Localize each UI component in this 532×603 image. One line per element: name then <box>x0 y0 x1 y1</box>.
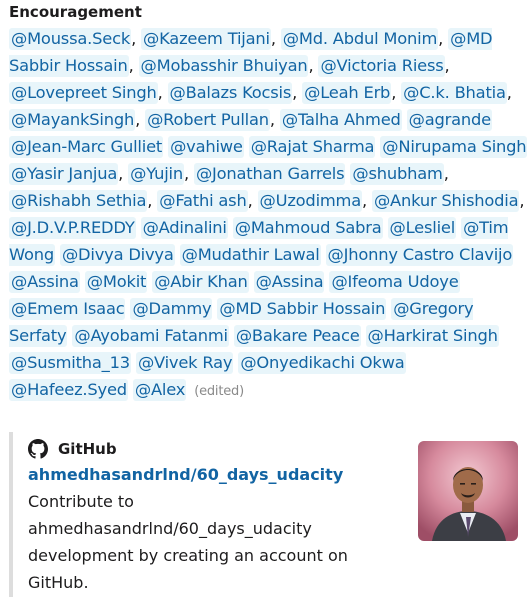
mention-link[interactable]: @Fathi ash <box>157 190 248 212</box>
mention-link[interactable]: @Lovepreet Singh <box>9 82 158 104</box>
mention-separator: , <box>292 83 298 102</box>
mention-link[interactable]: @Ayobami Fatanmi <box>72 325 229 347</box>
mention-link[interactable]: @MayankSingh <box>9 109 136 131</box>
mention-link[interactable]: @Robert Pullan <box>145 109 270 131</box>
mention-separator: , <box>131 29 137 48</box>
mention-link[interactable]: @Jhonny Castro Clavijo <box>325 244 514 266</box>
mention-link[interactable]: @Emem Isaac <box>9 298 126 320</box>
mention-separator: , <box>147 191 153 210</box>
mention-separator: , <box>519 191 525 210</box>
mention-link[interactable]: @Md. Abdul Monim <box>280 28 439 50</box>
mention-separator: , <box>438 29 444 48</box>
mention-separator: , <box>247 191 253 210</box>
mention-link[interactable]: @MD Sabbir Hossain <box>217 298 387 320</box>
mention-link[interactable]: @Rajat Sharma <box>248 136 376 158</box>
mention-separator: , <box>362 191 367 210</box>
mention-link[interactable]: @Mudathir Lawal <box>179 244 321 266</box>
mention-separator: , <box>270 29 276 48</box>
mention-link[interactable]: @Ankur Shishodia <box>371 190 520 212</box>
mention-link[interactable]: @Rishabh Sethia <box>9 190 148 212</box>
mention-link[interactable]: @Abir Khan <box>152 271 249 293</box>
mention-separator: , <box>157 83 163 102</box>
mention-link[interactable]: @shubham <box>350 163 444 185</box>
mention-link[interactable]: @Bakare Peace <box>233 325 361 347</box>
mention-link[interactable]: @Assina <box>9 271 80 293</box>
mention-list: @Moussa.Seck, @Kazeem Tijani, @Md. Abdul… <box>9 25 529 405</box>
message-title: Encouragement <box>9 3 142 21</box>
mention-link[interactable]: @Leah Erb <box>302 82 392 104</box>
avatar-photo[interactable] <box>418 441 518 541</box>
link-unfurl-attachment: GitHub ahmedhasandrlnd/60_days_udacity C… <box>9 432 519 597</box>
edited-label: (edited) <box>194 384 244 399</box>
github-icon <box>28 439 48 459</box>
mention-link[interactable]: @Jean-Marc Gulliet <box>9 136 164 158</box>
mention-link[interactable]: @C.k. Bhatia <box>401 82 507 104</box>
mention-separator: , <box>135 110 141 129</box>
mention-link[interactable]: @Nirupama Singh <box>380 136 528 158</box>
mention-link[interactable]: @agrande <box>406 109 492 131</box>
mention-separator: , <box>308 56 314 75</box>
mention-link[interactable]: @Balazs Kocsis <box>167 82 293 104</box>
mention-separator: , <box>118 164 124 183</box>
mention-link[interactable]: @Yasir Janjua <box>9 163 119 185</box>
mention-link[interactable]: @Susmitha_13 <box>9 352 131 374</box>
mention-link[interactable]: @Jonathan Garrels <box>193 163 346 185</box>
mention-link[interactable]: @Alex <box>132 379 187 401</box>
mention-link[interactable]: @Mahmoud Sabra <box>232 217 383 239</box>
mention-separator: , <box>391 83 397 102</box>
mention-separator: , <box>506 83 512 102</box>
mention-link[interactable]: @Victoria Riess <box>318 55 445 77</box>
mention-link[interactable]: @vahiwe <box>168 136 244 158</box>
attachment-description: Contribute to ahmedhasandrlnd/60_days_ud… <box>28 492 348 592</box>
mention-link[interactable]: @Divya Divya <box>59 244 175 266</box>
mention-link[interactable]: @Mobasshir Bhuiyan <box>138 55 309 77</box>
mention-separator: , <box>269 110 275 129</box>
mention-separator: , <box>128 56 134 75</box>
attachment-service-name: GitHub <box>58 440 117 458</box>
avatar-photo-image <box>418 441 518 541</box>
mention-link[interactable]: @Adinalini <box>140 217 228 239</box>
mention-link[interactable]: @Assina <box>253 271 325 293</box>
mention-link[interactable]: @Kazeem Tijani <box>141 28 271 50</box>
mention-link[interactable]: @Yujin <box>128 163 184 185</box>
mention-separator: , <box>183 164 189 183</box>
message: Encouragement @Moussa.Seck, @Kazeem Tija… <box>0 2 532 405</box>
mention-link[interactable]: @Talha Ahmed <box>279 109 402 131</box>
mention-link[interactable]: @Hafeez.Syed <box>9 379 128 401</box>
mention-link[interactable]: @Dammy <box>130 298 213 320</box>
mention-link[interactable]: @Moussa.Seck <box>9 28 132 50</box>
mention-link[interactable]: @Onyedikachi Okwa <box>238 352 406 374</box>
mention-link[interactable]: @Lesliel <box>387 217 457 239</box>
mention-separator: , <box>444 56 450 75</box>
mention-link[interactable]: @Mokit <box>84 271 148 293</box>
mention-link[interactable]: @Vivek Ray <box>135 352 234 374</box>
mention-link[interactable]: @Harkirat Singh <box>365 325 499 347</box>
mention-link[interactable]: @J.D.V.P.REDDY <box>9 217 136 239</box>
mention-link[interactable]: @Uzodimma <box>257 190 362 212</box>
mention-link[interactable]: @Ifeoma Udoye <box>329 271 460 293</box>
mention-separator: , <box>443 164 449 183</box>
